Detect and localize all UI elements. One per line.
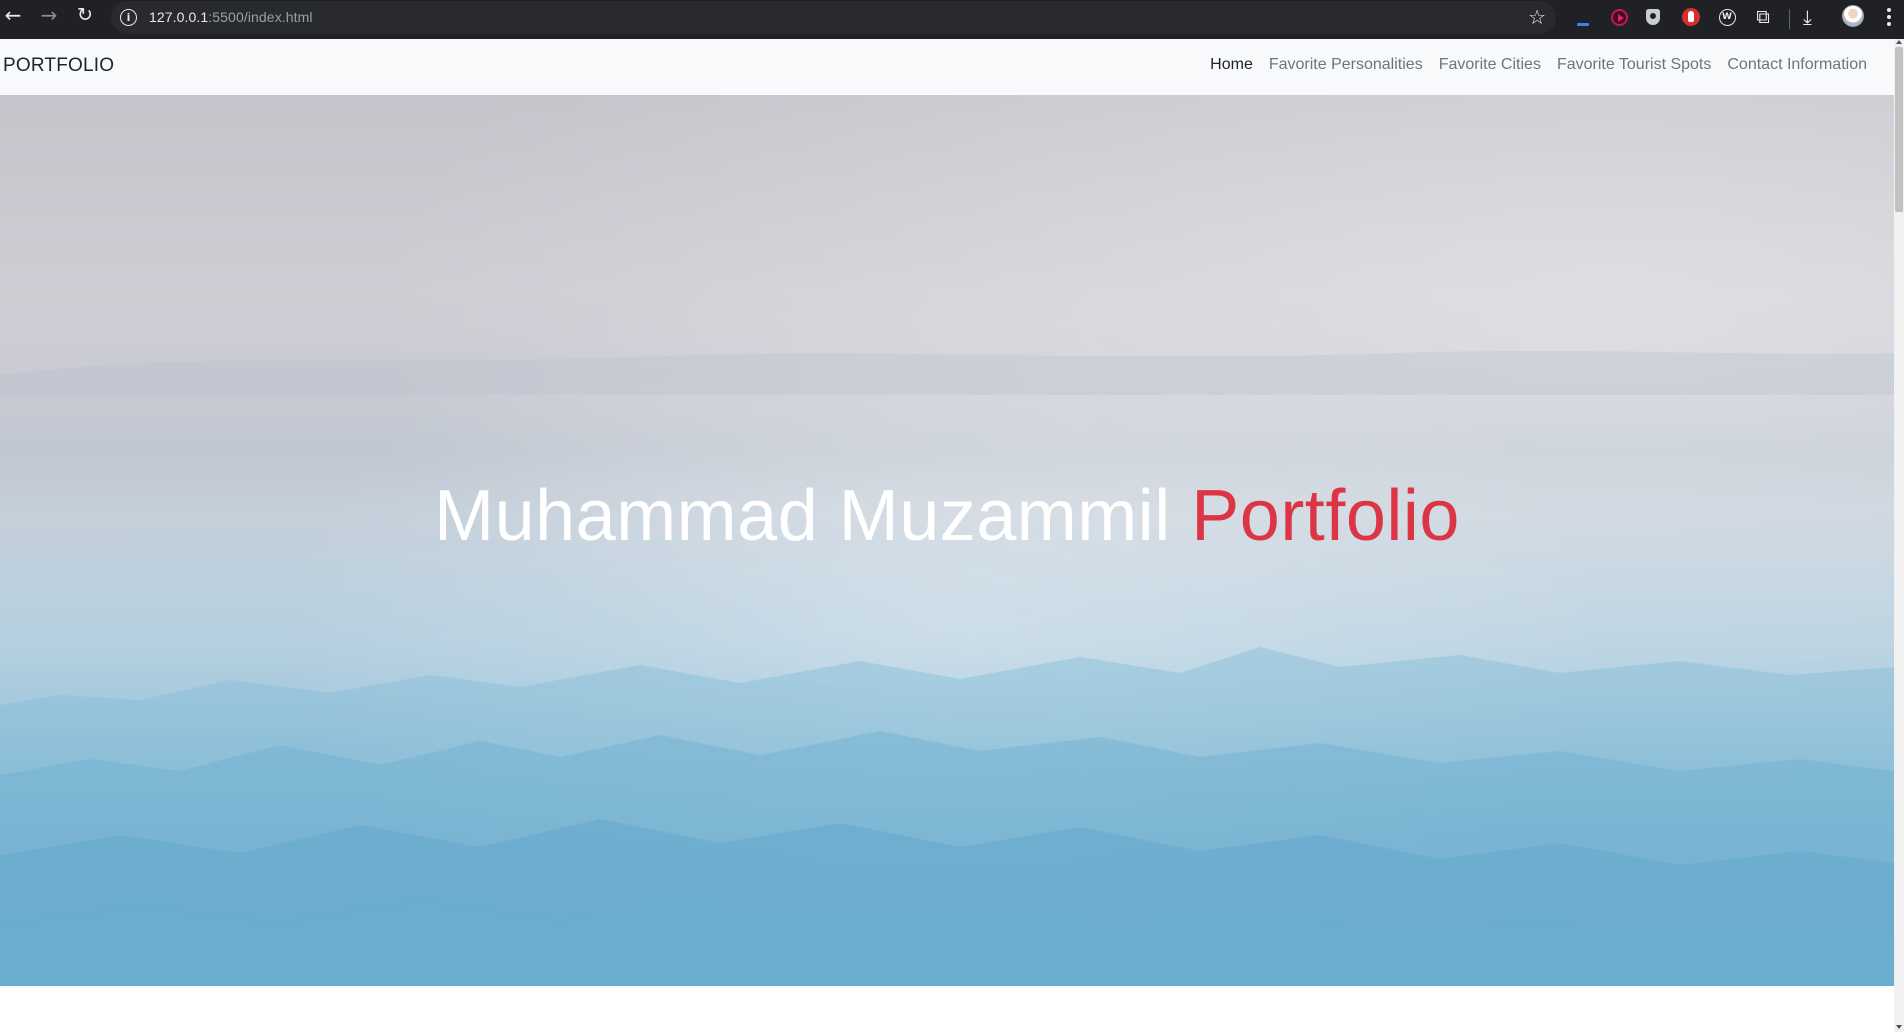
page-scrollbar[interactable] <box>1894 39 1904 1032</box>
hero-title-name: Muhammad Muzammil <box>434 476 1171 556</box>
nav-link-favorite-personalities[interactable]: Favorite Personalities <box>1261 56 1431 74</box>
browser-toolbar: ← → ↻ i 127.0.0.1:5500/index.html ☆ W ⧉ … <box>0 0 1904 39</box>
profile-avatar[interactable] <box>1842 5 1864 27</box>
nav-link-contact-information[interactable]: Contact Information <box>1719 56 1875 74</box>
scrollbar-thumb[interactable] <box>1895 47 1903 212</box>
page-viewport: PORTFOLIO Home Favorite Personalities Fa… <box>0 39 1904 1032</box>
url-text[interactable]: 127.0.0.1:5500/index.html <box>149 9 313 25</box>
nav-link-home[interactable]: Home <box>1202 56 1261 74</box>
toolbar-divider <box>1789 9 1790 29</box>
nav-link-favorite-cities[interactable]: Favorite Cities <box>1431 56 1549 74</box>
url-path: :5500/index.html <box>208 9 313 25</box>
navbar-brand[interactable]: PORTFOLIO <box>3 55 114 77</box>
extensions-puzzle-icon[interactable]: ⧉ <box>1751 5 1775 29</box>
site-navbar: PORTFOLIO Home Favorite Personalities Fa… <box>0 39 1894 95</box>
nav-links: Home Favorite Personalities Favorite Cit… <box>1202 56 1875 74</box>
info-icon[interactable]: i <box>120 9 137 26</box>
kebab-menu-icon[interactable] <box>1879 5 1899 29</box>
extension-hand-icon[interactable] <box>1679 5 1703 29</box>
forward-arrow-icon[interactable]: → <box>37 3 61 27</box>
extension-underline-icon[interactable] <box>1571 5 1595 29</box>
address-bar[interactable]: i 127.0.0.1:5500/index.html ☆ <box>111 1 1556 34</box>
extension-w-icon[interactable]: W <box>1715 5 1739 29</box>
scroll-down-arrow-icon[interactable] <box>1895 1024 1903 1030</box>
bookmark-star-icon[interactable]: ☆ <box>1528 5 1546 29</box>
scroll-up-arrow-icon[interactable] <box>1895 39 1903 45</box>
extension-play-icon[interactable] <box>1607 5 1631 29</box>
extension-shield-icon[interactable] <box>1641 5 1665 29</box>
url-host: 127.0.0.1 <box>149 9 209 25</box>
reload-icon[interactable]: ↻ <box>73 3 97 27</box>
download-icon[interactable]: ⤓ <box>1803 5 1812 29</box>
nav-link-favorite-tourist-spots[interactable]: Favorite Tourist Spots <box>1549 56 1719 74</box>
hero-title-accent: Portfolio <box>1191 476 1460 556</box>
hero-section: Muhammad Muzammil Portfolio <box>0 95 1894 986</box>
back-arrow-icon[interactable]: ← <box>1 3 25 27</box>
hero-title: Muhammad Muzammil Portfolio <box>0 473 1894 559</box>
